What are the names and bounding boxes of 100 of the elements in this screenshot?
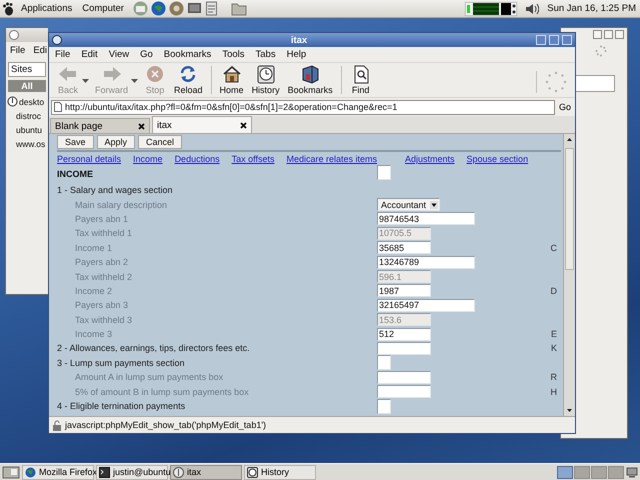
menu-item[interactable]: Tools [222,49,244,60]
clock-icon [254,64,277,84]
close-icon[interactable] [240,122,247,128]
section-heading: 3 - Lump sum payments section [57,356,186,370]
site-item[interactable]: ubuntu [16,125,42,135]
show-desktop-icon[interactable] [2,466,20,478]
field-code: C [550,242,558,255]
globe-icon[interactable] [150,1,166,16]
spinner-icon [545,71,567,93]
home-button[interactable]: Home [216,64,248,97]
taskbar-item[interactable]: History [244,464,316,480]
lock-icon [52,420,62,430]
section-title: INCOME [57,168,94,181]
scrollbar[interactable] [563,134,575,416]
input-field[interactable] [377,342,431,355]
scroll-thumb[interactable] [565,148,574,270]
field-label: Income 3 [74,328,114,342]
menu-item[interactable]: File [10,45,26,56]
system-monitor-icon[interactable] [465,2,518,16]
workspace-cell[interactable] [557,466,573,478]
section-heading: 4 - Eligible ternination payments [57,400,186,414]
input-field[interactable] [377,385,431,398]
input-field[interactable] [377,355,391,370]
taskbar-item[interactable]: justin@ubuntu [96,464,168,480]
minimize-button[interactable] [593,30,602,39]
sites-field[interactable]: Sites [8,62,46,77]
input-field[interactable] [377,370,431,384]
workspace-cell[interactable] [591,466,607,478]
menu-item[interactable]: Edit [81,49,98,60]
taskbar-item[interactable]: Mozilla Firefox [22,464,94,480]
tab[interactable]: itax [152,116,252,133]
menu-item[interactable]: File [55,49,70,60]
monitor-icon[interactable] [186,1,202,16]
workspace-cell[interactable] [608,466,624,478]
section-link[interactable]: Deductions [174,154,220,164]
field-code: H [550,386,558,399]
taskbar-item[interactable]: itax [170,464,242,480]
section-heading: 1 - Salary and wages section [57,184,174,198]
field-label: Tax withheld 2 [74,270,134,284]
section-link[interactable]: Income [133,154,163,164]
volume-icon[interactable] [525,2,540,16]
dropdown[interactable]: Accountant [377,198,440,212]
field-label: Payers abn 2 [74,256,130,270]
input-field[interactable] [575,75,615,92]
address-field[interactable]: http://ubuntu/itax/itax.php?fl=0&fm=0&sfn[0]=0&sfn[1]=2&operation=Change&rec=1 [51,100,555,114]
section-link[interactable]: Personal details [57,154,122,164]
panel-menu[interactable]: Computer [79,3,127,14]
field-label: Payers abn 1 [74,212,130,226]
maximize-button[interactable] [604,30,613,39]
input-field[interactable]: 98746543 [377,212,475,226]
site-item[interactable]: distroc [16,111,42,121]
menu-item[interactable]: Tabs [256,49,276,60]
menu-item[interactable]: Go [140,49,153,60]
input-field[interactable]: 1987 [377,284,431,298]
input-field[interactable] [377,398,391,414]
globe-icon [25,466,36,478]
clock[interactable]: Sun Jan 16, 1:25 PM [547,3,636,14]
form-button[interactable]: Apply [96,135,136,149]
bookmarks-button[interactable]: Bookmarks [284,64,337,97]
field-label: Tax withheld 3 [74,314,134,327]
form-button[interactable]: Cancel [138,135,182,149]
section-link[interactable]: Tax offsets [232,154,274,164]
section-link[interactable]: Spouse section [466,154,528,164]
close-button[interactable] [615,30,624,39]
input-field[interactable]: 13246789 [377,256,475,269]
field-code: K [550,342,558,356]
panel-menu[interactable]: Applications [18,3,76,14]
field-label: Amount A in lump sum payments box [74,371,224,384]
section-heading: 2 - Allowances, earnings, tips, directors fees etc. [57,342,251,356]
site-item[interactable]: deskto [19,96,44,106]
site-item[interactable]: www.os [16,139,46,149]
computer-icon[interactable] [626,466,638,478]
menu-item[interactable]: Bookmarks [164,49,212,60]
field-code: D [550,284,558,298]
section-link[interactable]: Adjustments [405,154,455,164]
workspace-cell[interactable] [574,466,590,478]
go-button[interactable]: Go [556,102,573,112]
caret-icon [430,200,438,209]
find-button[interactable]: Find [346,64,376,97]
form-button[interactable]: Save [57,135,94,149]
filter-item[interactable]: All [8,80,46,92]
section-link[interactable]: Medicare relates items [286,154,377,164]
close-icon[interactable] [138,122,145,130]
input-field[interactable]: 32165497 [377,298,475,312]
document-icon[interactable] [204,1,218,16]
input-field[interactable]: 512 [377,328,431,341]
field-label: Main salary description [74,198,168,212]
field-code: E [550,328,558,342]
tab[interactable]: Blank page [50,118,150,133]
menu-item[interactable]: View [108,49,130,60]
input-field[interactable] [377,165,391,180]
clock-icon [247,466,258,478]
menu-item[interactable]: Edi [33,45,48,56]
foot-icon[interactable] [2,2,14,16]
history-button[interactable]: History [248,64,284,97]
reload-button[interactable]: Reload [170,64,207,97]
input-field[interactable]: 35685 [377,241,431,254]
menu-item[interactable]: Help [286,49,306,60]
folder-icon[interactable] [230,1,247,16]
spinner-icon [595,45,607,57]
